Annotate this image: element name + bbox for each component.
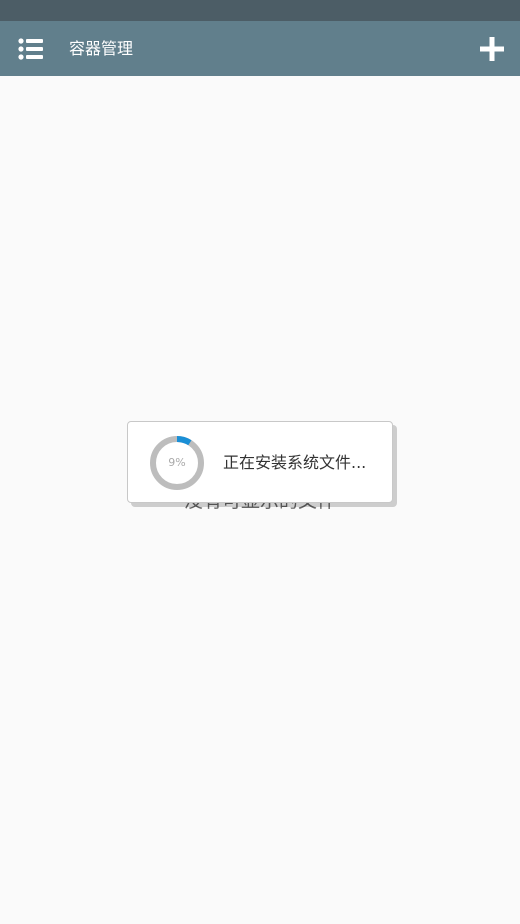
progress-dialog: 9% 正在安装系统文件... bbox=[127, 421, 393, 503]
menu-button[interactable] bbox=[14, 33, 48, 65]
progress-message: 正在安装系统文件... bbox=[223, 453, 367, 472]
progress-percent-label: 9% bbox=[168, 456, 186, 469]
app-bar: 容器管理 bbox=[0, 21, 520, 76]
plus-icon bbox=[480, 37, 504, 61]
add-container-button[interactable] bbox=[474, 31, 510, 67]
status-bar bbox=[0, 0, 520, 21]
page-title: 容器管理 bbox=[69, 39, 134, 58]
list-icon bbox=[18, 38, 43, 60]
